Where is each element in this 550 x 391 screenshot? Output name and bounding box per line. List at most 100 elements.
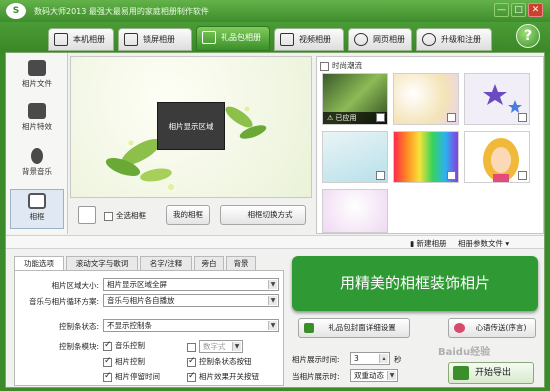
tab-label: 升级和注册 bbox=[441, 35, 481, 44]
checkbox[interactable] bbox=[376, 113, 385, 122]
chevron-down-icon: ▼ bbox=[387, 371, 396, 380]
checkbox[interactable] bbox=[103, 371, 112, 382]
select-all-label: 全选相框 bbox=[116, 211, 146, 220]
tab-video-album[interactable]: 视频相册 bbox=[274, 28, 344, 51]
digital-select: 数字式 ▼ bbox=[199, 340, 243, 353]
right-panel: 用精美的相框装饰相片 礼品包封面详细设置 心语传送(序言) 相片展示时间: 3 ▴… bbox=[292, 256, 544, 386]
checkbox[interactable] bbox=[518, 113, 527, 122]
gift-icon bbox=[202, 31, 216, 44]
option-photo-control[interactable]: 相片控制 bbox=[103, 356, 145, 367]
checkbox[interactable] bbox=[518, 171, 527, 180]
minimize-button[interactable]: — bbox=[494, 3, 509, 17]
title-bar: S 数码大师2013 最强大最易用的家庭相册制作软件 — □ ✕ bbox=[0, 0, 550, 22]
tab-web-album[interactable]: 网页相册 bbox=[348, 28, 412, 51]
album-settings-button[interactable]: 相册参数文件 ▾ bbox=[458, 238, 509, 249]
close-button[interactable]: ✕ bbox=[528, 3, 543, 17]
my-frames-button[interactable]: 我的相框 bbox=[166, 205, 210, 225]
option-effect-toggle-button[interactable]: 相片效果开关按钮 bbox=[187, 371, 259, 382]
gift-icon bbox=[304, 323, 314, 333]
sparkle-icon bbox=[28, 103, 46, 119]
main-tabs: 本机相册 锁屏相册 礼品包相册 视频相册 网页相册 升级和注册 bbox=[0, 22, 550, 54]
current-show-select[interactable]: 双重动态 ▼ bbox=[350, 369, 398, 382]
maximize-button[interactable]: □ bbox=[511, 3, 526, 17]
tab-label: 网页相册 bbox=[373, 35, 405, 44]
checkbox[interactable] bbox=[187, 342, 196, 352]
checkbox[interactable] bbox=[320, 61, 329, 71]
option-photo-duration[interactable]: 相片停留时间 bbox=[103, 371, 160, 382]
frame-icon bbox=[28, 193, 46, 209]
tab-label: 本机相册 bbox=[73, 35, 105, 44]
gift-cover-settings-button[interactable]: 礼品包封面详细设置 bbox=[298, 318, 410, 338]
blessing-preface-button[interactable]: 心语传送(序言) bbox=[448, 318, 536, 338]
tab-gift-album[interactable]: 礼品包相册 bbox=[196, 26, 270, 51]
current-show-label: 当相片展示时: bbox=[292, 372, 340, 381]
frame-thumb-leaves[interactable]: ⚠ 已应用 bbox=[322, 73, 388, 125]
music-mode-label: 音乐与相片循环方案: bbox=[28, 297, 99, 306]
area-size-select[interactable]: 相片显示区域全屏 ▼ bbox=[103, 278, 279, 291]
sidebar-item-label: 相框 bbox=[29, 212, 45, 221]
control-state-select[interactable]: 不显示控制条 ▼ bbox=[103, 319, 279, 332]
control-state-label: 控制条状态: bbox=[58, 322, 99, 331]
sidebar-item-label: 相片文件 bbox=[22, 79, 52, 88]
sidebar: 相片文件 相片特效 背景音乐 相框 bbox=[6, 53, 68, 234]
frame-thumb-rainbow[interactable] bbox=[393, 131, 459, 183]
image-icon[interactable] bbox=[78, 206, 96, 224]
music-mode-select[interactable]: 音乐与相片各自播放 ▼ bbox=[103, 294, 279, 307]
help-button[interactable]: ? bbox=[516, 24, 540, 48]
chevron-down-icon: ▼ bbox=[232, 342, 241, 351]
tab-scrolling-lyrics[interactable]: 滚动文字与歌词 bbox=[66, 256, 138, 270]
tip-banner: 用精美的相框装饰相片 bbox=[292, 256, 538, 311]
checkbox[interactable] bbox=[187, 371, 196, 382]
option-music-control[interactable]: 音乐控制 bbox=[103, 340, 145, 351]
film-icon bbox=[280, 33, 294, 46]
sidebar-item-photo-effects[interactable]: 相片特效 bbox=[10, 100, 64, 138]
watermark: Baidu经验 bbox=[438, 347, 491, 358]
frame-category[interactable]: 时尚潮流 bbox=[320, 60, 362, 71]
app-title: 数码大师2013 最强大最易用的家庭相册制作软件 bbox=[34, 7, 209, 16]
checkbox[interactable] bbox=[447, 171, 456, 180]
tab-function-options[interactable]: 功能选项 bbox=[14, 256, 64, 271]
frame-thumb-sky[interactable] bbox=[322, 131, 388, 183]
settings-panel: 相片区域大小: 相片显示区域全屏 ▼ 音乐与相片循环方案: 音乐与相片各自播放 ▼ … bbox=[14, 270, 284, 386]
tab-background[interactable]: 背景 bbox=[226, 256, 256, 270]
chevron-down-icon: ▼ bbox=[268, 321, 277, 330]
start-export-button[interactable]: 开始导出 bbox=[448, 362, 534, 384]
option-digital[interactable]: 数字式 ▼ bbox=[187, 340, 243, 353]
frame-switch-mode-button[interactable]: 相框切换方式 bbox=[220, 205, 306, 225]
checkbox[interactable] bbox=[103, 340, 112, 351]
control-module-label: 控制条模块: bbox=[58, 342, 99, 351]
select-all-frames[interactable]: 全选相框 bbox=[104, 210, 146, 221]
tab-label: 锁屏相册 bbox=[143, 35, 175, 44]
frame-thumb-bubbles[interactable] bbox=[393, 73, 459, 125]
checkbox[interactable] bbox=[104, 211, 113, 221]
option-control-state-button[interactable]: 控制条状态按钮 bbox=[187, 356, 252, 367]
frame-thumb-cartoon-girl[interactable] bbox=[464, 131, 530, 183]
camera-icon bbox=[28, 60, 46, 76]
tab-name-notes[interactable]: 名字/注释 bbox=[140, 256, 192, 270]
tab-local-album[interactable]: 本机相册 bbox=[48, 28, 114, 51]
new-album-button[interactable]: ▮ 新建相册 bbox=[410, 238, 447, 249]
export-icon bbox=[453, 366, 469, 380]
tab-upgrade-register[interactable]: 升级和注册 bbox=[416, 28, 492, 51]
chevron-down-icon: ▼ bbox=[268, 280, 277, 289]
heart-icon bbox=[454, 323, 465, 333]
sidebar-item-photo-files[interactable]: 相片文件 bbox=[10, 57, 64, 95]
checkbox[interactable] bbox=[376, 171, 385, 180]
photo-time-input[interactable]: 3 ▴ bbox=[350, 352, 390, 365]
checkbox[interactable] bbox=[103, 356, 112, 367]
preview-canvas[interactable]: 相片显示区域 bbox=[70, 56, 312, 198]
frame-gallery: 时尚潮流 ⚠ 已应用 bbox=[316, 56, 544, 234]
tab-lockscreen-album[interactable]: 锁屏相册 bbox=[118, 28, 192, 51]
sidebar-item-music[interactable]: 背景音乐 bbox=[10, 145, 64, 183]
key-icon bbox=[422, 33, 436, 46]
frame-thumb-pink[interactable] bbox=[322, 189, 388, 233]
checkbox[interactable] bbox=[447, 113, 456, 122]
computer-icon bbox=[54, 33, 68, 46]
frame-thumb-stars[interactable] bbox=[464, 73, 530, 125]
strip-toolbar: ▮ 新建相册 相册参数文件 ▾ bbox=[6, 235, 544, 249]
sidebar-item-frames[interactable]: 相框 bbox=[10, 189, 64, 229]
photo-time-label: 相片展示时间: bbox=[292, 355, 340, 364]
checkbox[interactable] bbox=[187, 356, 196, 367]
tab-narration[interactable]: 旁白 bbox=[194, 256, 224, 270]
monitor-icon bbox=[124, 33, 138, 46]
